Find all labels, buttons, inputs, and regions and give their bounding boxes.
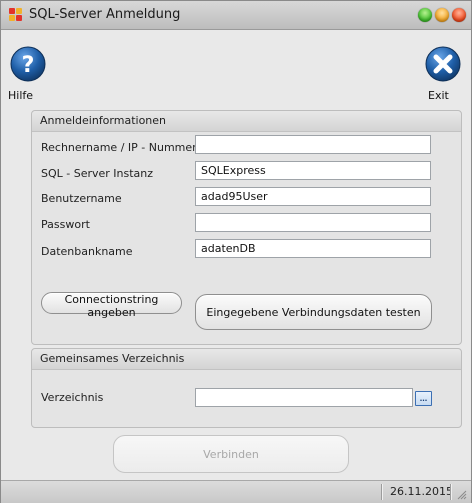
username-label: Benutzername: [41, 192, 122, 205]
maximize-button[interactable]: [435, 8, 449, 22]
connect-button[interactable]: Verbinden: [113, 435, 349, 473]
exit-icon: [425, 46, 461, 82]
minimize-button[interactable]: [418, 8, 432, 22]
hostname-input[interactable]: [195, 135, 431, 154]
directory-panel-header: Gemeinsames Verzeichnis: [32, 349, 461, 370]
login-panel: Anmeldeinformationen Rechnername / IP - …: [31, 110, 462, 345]
exit-label: Exit: [428, 89, 449, 102]
help-label: Hilfe: [8, 89, 34, 102]
directory-input[interactable]: [195, 388, 413, 407]
instance-label: SQL - Server Instanz: [41, 167, 154, 180]
directory-label: Verzeichnis: [41, 391, 104, 404]
password-label: Passwort: [41, 218, 90, 231]
database-input[interactable]: [195, 239, 431, 258]
status-date: 26.11.2015: [390, 485, 453, 498]
status-separator: [381, 484, 382, 500]
status-separator: [450, 484, 451, 500]
connectionstring-button[interactable]: Connectionstring angeben: [41, 292, 182, 319]
resize-grip-icon[interactable]: [457, 490, 467, 500]
login-panel-header: Anmeldeinformationen: [32, 111, 461, 132]
test-connection-button[interactable]: Eingegebene Verbindungsdaten testen: [195, 294, 432, 330]
instance-input[interactable]: [195, 161, 431, 180]
status-bar: 26.11.2015: [1, 480, 471, 503]
dialog-window: SQL-Server Anmeldung ? Hilfe Exit Anmeld…: [0, 0, 472, 503]
exit-button[interactable]: Exit: [416, 30, 471, 108]
username-input[interactable]: [195, 187, 431, 206]
close-button[interactable]: [452, 8, 466, 22]
directory-panel: Gemeinsames Verzeichnis Verzeichnis ...: [31, 348, 462, 428]
app-icon: [9, 8, 23, 22]
browse-button[interactable]: ...: [415, 391, 432, 406]
window-title: SQL-Server Anmeldung: [29, 7, 181, 22]
title-bar[interactable]: SQL-Server Anmeldung: [1, 1, 471, 30]
database-label: Datenbankname: [41, 245, 133, 258]
hostname-label: Rechnername / IP - Nummer: [41, 141, 197, 154]
toolbar: ? Hilfe Exit: [1, 30, 471, 108]
password-input[interactable]: [195, 213, 431, 232]
help-icon: ?: [10, 46, 46, 82]
help-button[interactable]: ? Hilfe: [1, 30, 51, 108]
svg-text:?: ?: [22, 53, 35, 78]
